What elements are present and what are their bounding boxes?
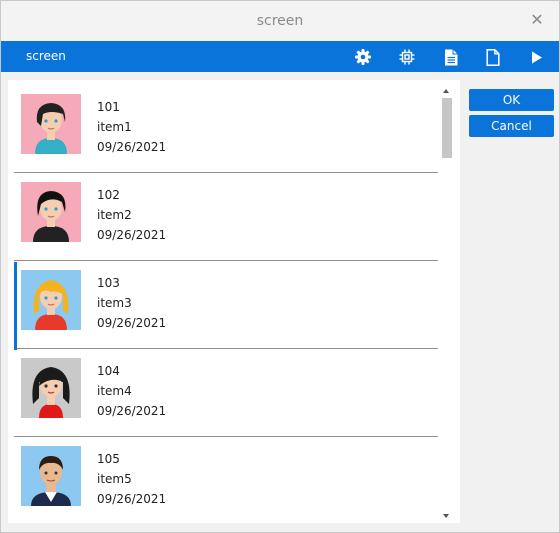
scroll-thumb[interactable] bbox=[442, 98, 452, 158]
item-name: item5 bbox=[97, 472, 132, 486]
item-id: 103 bbox=[97, 276, 120, 290]
title-bar: screen ✕ bbox=[1, 1, 559, 41]
toolbar-title: screen bbox=[26, 49, 66, 63]
item-name: item4 bbox=[97, 384, 132, 398]
play-icon[interactable] bbox=[526, 46, 548, 68]
scroll-down-arrow-icon[interactable] bbox=[443, 514, 449, 518]
list-item[interactable]: 105 item5 09/26/2021 bbox=[14, 438, 438, 523]
item-id: 101 bbox=[97, 100, 120, 114]
chip-icon[interactable] bbox=[396, 46, 418, 68]
item-date: 09/26/2021 bbox=[97, 140, 167, 154]
avatar bbox=[21, 270, 81, 330]
document-text-icon[interactable] bbox=[440, 46, 462, 68]
item-list-panel: 101 item1 09/26/2021 102 item2 09/26/202… bbox=[8, 80, 460, 523]
avatar bbox=[21, 182, 81, 242]
document-icon[interactable] bbox=[482, 46, 504, 68]
scroll-up-arrow-icon[interactable] bbox=[443, 89, 449, 93]
item-date: 09/26/2021 bbox=[97, 404, 167, 418]
window-title: screen bbox=[256, 13, 304, 29]
list-item[interactable]: 101 item1 09/26/2021 bbox=[14, 86, 438, 173]
item-name: item2 bbox=[97, 208, 132, 222]
item-id: 104 bbox=[97, 364, 120, 378]
item-date: 09/26/2021 bbox=[97, 228, 167, 242]
list-scrollbar[interactable] bbox=[440, 86, 454, 521]
ok-button[interactable]: OK bbox=[469, 89, 554, 111]
gear-icon[interactable] bbox=[352, 46, 374, 68]
item-id: 102 bbox=[97, 188, 120, 202]
item-date: 09/26/2021 bbox=[97, 492, 167, 506]
avatar bbox=[21, 446, 81, 506]
close-icon[interactable]: ✕ bbox=[528, 11, 546, 29]
list-item[interactable]: 102 item2 09/26/2021 bbox=[14, 174, 438, 261]
cancel-button[interactable]: Cancel bbox=[469, 115, 554, 137]
item-id: 105 bbox=[97, 452, 120, 466]
list-item[interactable]: 103 item3 09/26/2021 bbox=[14, 262, 438, 350]
avatar bbox=[21, 358, 81, 418]
item-name: item1 bbox=[97, 120, 132, 134]
item-name: item3 bbox=[97, 296, 132, 310]
dialog-window: screen ✕ screen 101 item1 09/26/2021 102… bbox=[0, 0, 560, 533]
list-item[interactable]: 104 item4 09/26/2021 bbox=[14, 350, 438, 437]
toolbar: screen bbox=[1, 41, 559, 72]
item-date: 09/26/2021 bbox=[97, 316, 167, 330]
avatar bbox=[21, 94, 81, 154]
